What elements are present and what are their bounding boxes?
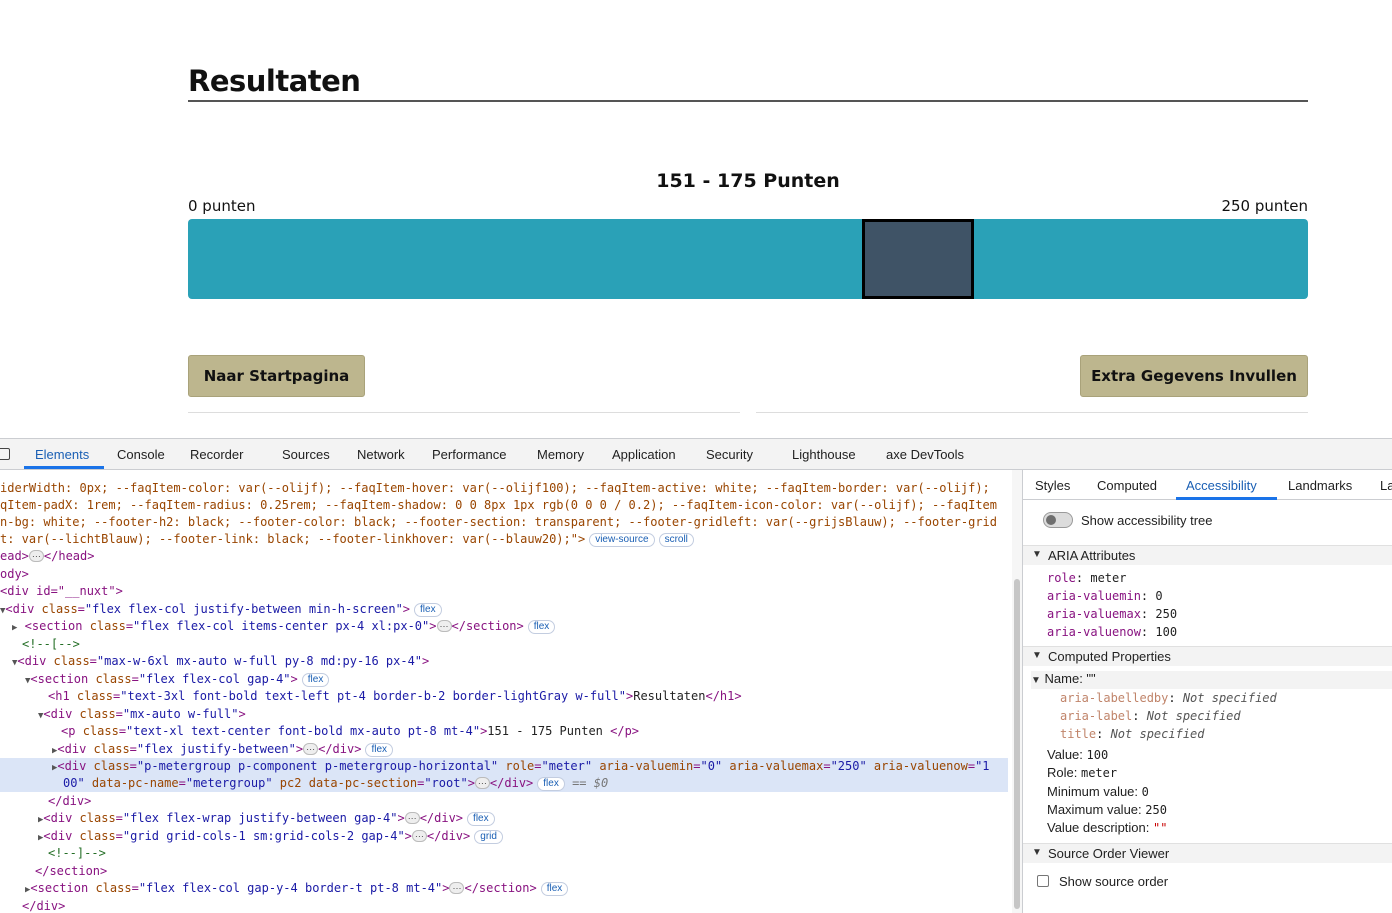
tab-performance[interactable]: Performance bbox=[432, 447, 506, 462]
collapse-triangle-icon: ▶ bbox=[12, 623, 18, 633]
tab-landmarks[interactable]: Landmarks bbox=[1288, 478, 1352, 493]
home-button[interactable]: Naar Startpagina bbox=[188, 355, 365, 397]
name-source-row: aria-label: Not specified bbox=[1060, 709, 1241, 723]
accessibility-tree-toggle[interactable] bbox=[1043, 512, 1073, 528]
name-source-row: aria-labelledby: Not specified bbox=[1060, 691, 1277, 705]
sidebar-tab-bar: Styles Computed Accessibility Landmarks … bbox=[1023, 470, 1392, 500]
show-source-order-label: Show source order bbox=[1059, 874, 1169, 889]
computed-value-row: Value: 100 bbox=[1047, 747, 1109, 762]
title-divider bbox=[188, 100, 1308, 102]
view-source-badge[interactable]: view-source bbox=[589, 533, 655, 547]
dom-line[interactable]: ▼<div class="max-w-6xl mx-auto w-full py… bbox=[12, 653, 429, 672]
results-page: Resultaten 151 - 175 Punten 0 punten 250… bbox=[0, 0, 1392, 438]
tab-security[interactable]: Security bbox=[706, 447, 753, 462]
range-min-label: 0 punten bbox=[188, 197, 256, 215]
ellipsis-icon[interactable]: ··· bbox=[28, 550, 44, 562]
collapse-triangle-icon: ▼ bbox=[1032, 549, 1042, 560]
accessibility-sidebar: Styles Computed Accessibility Landmarks … bbox=[1022, 470, 1392, 913]
computed-properties-header[interactable]: ▼ Computed Properties bbox=[1023, 646, 1392, 666]
show-source-order-checkbox[interactable] bbox=[1037, 875, 1049, 887]
name-source-row: title: Not specified bbox=[1060, 727, 1205, 741]
dom-line[interactable]: <h1 class="text-3xl font-bold text-left … bbox=[48, 688, 742, 705]
show-tree-label: Show accessibility tree bbox=[1081, 513, 1213, 528]
computed-role-row: Role: meter bbox=[1047, 765, 1118, 780]
tab-styles[interactable]: Styles bbox=[1035, 478, 1070, 493]
tab-computed[interactable]: Computed bbox=[1097, 478, 1157, 493]
dom-line[interactable]: n-bg: white; --footer-h2: black; --foote… bbox=[0, 514, 997, 531]
tab-lighthouse[interactable]: Lighthouse bbox=[792, 447, 856, 462]
dom-line[interactable]: iderWidth: 0px; --faqItem-color: var(--o… bbox=[0, 480, 990, 497]
source-order-header[interactable]: ▼ Source Order Viewer bbox=[1023, 843, 1392, 863]
score-label: 151 - 175 Punten bbox=[656, 170, 840, 192]
tab-elements[interactable]: Elements bbox=[35, 447, 89, 462]
grid-divider-left bbox=[188, 412, 740, 413]
dom-line[interactable]: </div> bbox=[22, 898, 65, 913]
aria-valuemax-row: aria-valuemax: 250 bbox=[1047, 607, 1178, 621]
dom-line-head[interactable]: ead> ··· </head> bbox=[0, 548, 94, 565]
device-toolbar-icon[interactable] bbox=[0, 448, 10, 460]
dom-line[interactable]: ▶ <section class="flex flex-col items-ce… bbox=[12, 618, 556, 637]
dom-line[interactable]: ▶<div class="flex flex-wrap justify-betw… bbox=[38, 810, 495, 829]
dom-line-nuxt[interactable]: <div id="__nuxt"> bbox=[0, 583, 123, 600]
aria-attributes-header[interactable]: ▼ ARIA Attributes bbox=[1023, 545, 1392, 565]
aria-valuenow-row: aria-valuenow: 100 bbox=[1047, 625, 1178, 639]
dom-line-body[interactable]: ody> bbox=[0, 566, 29, 583]
tab-network[interactable]: Network bbox=[357, 447, 405, 462]
dom-line[interactable]: t: var(--lichtBlauw); --footer-link: bla… bbox=[0, 531, 694, 548]
scroll-badge[interactable]: scroll bbox=[658, 533, 694, 547]
computed-min-row: Minimum value: 0 bbox=[1047, 784, 1149, 799]
computed-max-row: Maximum value: 250 bbox=[1047, 802, 1167, 817]
tab-console[interactable]: Console bbox=[117, 447, 165, 462]
aria-role-row: role: meter bbox=[1047, 571, 1127, 585]
computed-description-row: Value description: "" bbox=[1047, 820, 1168, 835]
tab-application[interactable]: Application bbox=[612, 447, 676, 462]
meter-value-marker bbox=[862, 219, 974, 299]
tab-accessibility[interactable]: Accessibility bbox=[1186, 478, 1257, 493]
elements-scroll-thumb[interactable] bbox=[1014, 579, 1020, 909]
sidebar-active-tab-indicator bbox=[1176, 497, 1277, 500]
range-max-label: 250 punten bbox=[1221, 197, 1308, 215]
dom-line[interactable]: <!--]--> bbox=[48, 845, 106, 862]
tab-overflow[interactable]: La bbox=[1380, 478, 1392, 493]
active-tab-indicator bbox=[24, 466, 104, 469]
dom-line-selected-cont[interactable]: 00" data-pc-name="metergroup" pc2 data-p… bbox=[0, 775, 1008, 793]
devtools-panel: Elements Console Recorder Sources Networ… bbox=[0, 438, 1392, 913]
page-title: Resultaten bbox=[188, 64, 361, 98]
tab-sources[interactable]: Sources bbox=[282, 447, 330, 462]
tab-recorder[interactable]: Recorder bbox=[190, 447, 243, 462]
tab-axe-devtools[interactable]: axe DevTools bbox=[886, 447, 964, 462]
elements-dom-tree[interactable]: iderWidth: 0px; --faqItem-color: var(--o… bbox=[0, 470, 1010, 913]
dom-line[interactable]: ▶<section class="flex flex-col gap-y-4 b… bbox=[25, 880, 569, 899]
dom-line[interactable]: <p class="text-xl text-center font-bold … bbox=[61, 723, 639, 740]
aria-valuemin-row: aria-valuemin: 0 bbox=[1047, 589, 1163, 603]
dom-line[interactable]: </div> bbox=[48, 793, 91, 810]
devtools-tab-bar: Elements Console Recorder Sources Networ… bbox=[0, 439, 1392, 470]
dom-line[interactable]: <!--[--> bbox=[22, 636, 80, 653]
dom-line[interactable]: qItem-padX: 1rem; --faqItem-radius: 0.25… bbox=[0, 497, 997, 514]
name-row[interactable]: ▼ Name: "" bbox=[1031, 671, 1392, 689]
grid-divider-right bbox=[756, 412, 1308, 413]
tab-memory[interactable]: Memory bbox=[537, 447, 584, 462]
dom-line[interactable]: </section> bbox=[35, 863, 107, 880]
dom-line[interactable]: ▶<div class="grid grid-cols-1 sm:grid-co… bbox=[38, 828, 503, 847]
score-meter bbox=[188, 219, 1308, 299]
extra-data-button[interactable]: Extra Gegevens Invullen bbox=[1080, 355, 1308, 397]
